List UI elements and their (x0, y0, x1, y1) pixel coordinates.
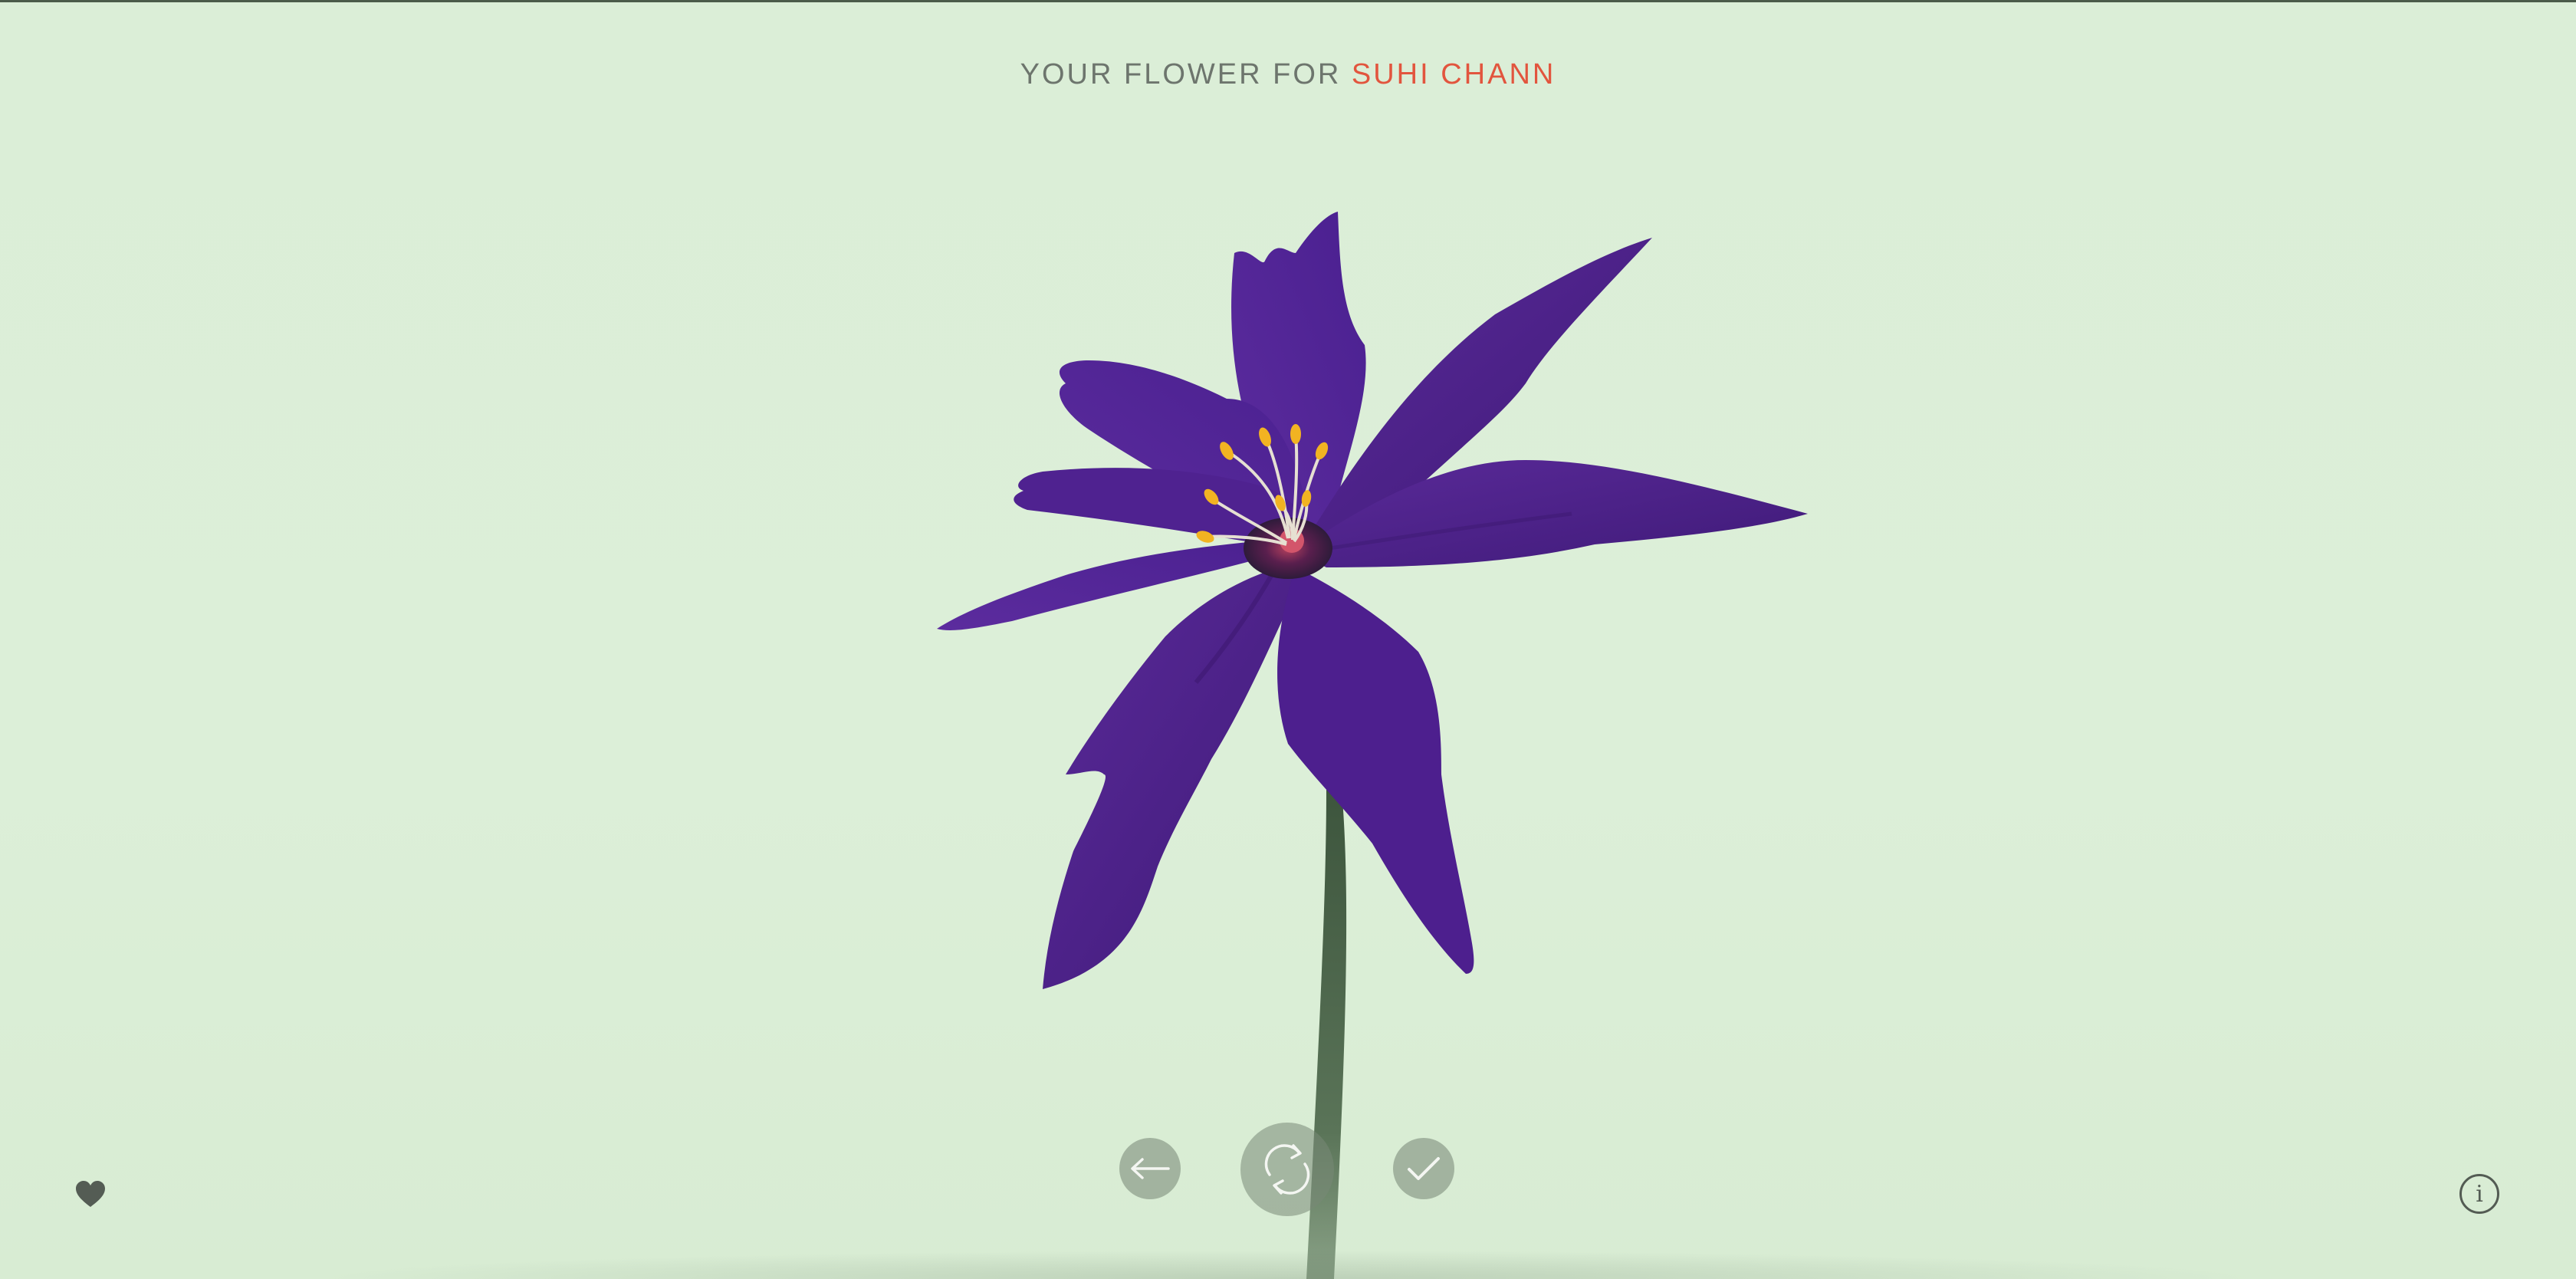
flower-svg (937, 212, 1808, 1279)
back-button[interactable] (1119, 1138, 1181, 1199)
arrow-left-icon (1131, 1158, 1170, 1179)
refresh-icon (1264, 1144, 1310, 1195)
title-prefix: YOUR FLOWER FOR (1020, 58, 1342, 90)
info-button[interactable]: i (2459, 1174, 2499, 1214)
regenerate-button[interactable] (1240, 1123, 1334, 1216)
page-title: YOUR FLOWER FOR SUHI CHANN (0, 58, 2576, 91)
petal-lower-left (1043, 560, 1311, 989)
window-top-edge (0, 0, 2576, 2)
recipient-name: SUHI CHANN (1351, 58, 1556, 90)
ground-shadow (307, 1250, 2269, 1279)
flower-page: YOUR FLOWER FOR SUHI CHANN i (0, 0, 2576, 1279)
heart-icon (76, 1181, 105, 1207)
favorite-button[interactable] (75, 1181, 106, 1208)
flower-illustration (836, 207, 1832, 1279)
info-icon: i (2476, 1180, 2483, 1208)
checkmark-icon (1408, 1157, 1440, 1180)
accept-button[interactable] (1393, 1138, 1454, 1199)
petal-lower-right (1277, 567, 1474, 974)
